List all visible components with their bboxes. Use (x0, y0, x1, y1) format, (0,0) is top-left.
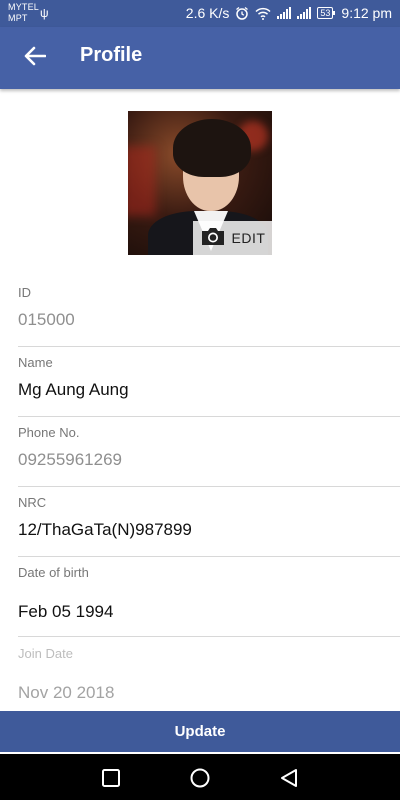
date-of-birth-field[interactable]: Date of birth Feb 05 1994 (18, 557, 400, 637)
network-speed: 2.6 K/s (185, 5, 230, 21)
triangle-back-icon (278, 767, 300, 789)
navigation-bar (0, 754, 400, 800)
field-value[interactable]: 12/ThaGaTa(N)987899 (18, 520, 192, 540)
field-value: 015000 (18, 310, 75, 329)
signal-icon-1 (277, 7, 292, 19)
field-label: Join Date (18, 646, 73, 661)
profile-photo[interactable]: EDIT (128, 111, 272, 255)
field-value[interactable]: Feb 05 1994 (18, 602, 113, 622)
battery-level: 53 (320, 8, 331, 18)
usb-icon: ψ (40, 6, 49, 20)
wifi-icon (255, 7, 271, 20)
field-value: Nov 20 2018 (18, 683, 115, 702)
field-label: ID (18, 285, 31, 300)
status-bar: MYTEL MPT ψ 2.6 K/s 53 9:12 pm (0, 0, 400, 27)
carrier-line-1: MYTEL (8, 2, 40, 12)
update-button[interactable]: Update (0, 711, 400, 752)
back-button[interactable] (18, 42, 52, 74)
name-field[interactable]: Name Mg Aung Aung (18, 347, 400, 417)
back-nav-button[interactable] (278, 767, 300, 789)
join-date-field: Join Date Nov 20 2018 (18, 638, 400, 708)
field-value[interactable]: Mg Aung Aung (18, 380, 129, 400)
alarm-icon (235, 6, 249, 20)
battery-icon: 53 (317, 7, 336, 19)
divider (18, 636, 400, 637)
id-field: ID 015000 (18, 277, 400, 347)
edit-photo-button[interactable]: EDIT (193, 221, 272, 255)
app-bar: Profile (0, 27, 400, 89)
photo-hair (173, 119, 251, 177)
field-label: Date of birth (18, 565, 89, 580)
carrier-line-2: MPT (8, 13, 28, 23)
circle-icon (189, 767, 211, 789)
phone-field: Phone No. 09255961269 (18, 417, 400, 487)
field-value: 09255961269 (18, 450, 123, 469)
arrow-left-icon (24, 46, 47, 71)
recent-apps-button[interactable] (100, 767, 122, 789)
page-title: Profile (80, 44, 143, 66)
nrc-field[interactable]: NRC 12/ThaGaTa(N)987899 (18, 487, 400, 557)
field-label: NRC (18, 495, 47, 510)
status-indicators: 2.6 K/s 53 9:12 pm (186, 5, 392, 21)
field-label: Name (18, 355, 53, 370)
edit-label: EDIT (231, 230, 266, 246)
home-button[interactable] (189, 767, 211, 789)
carrier-info: MYTEL MPT (8, 2, 39, 24)
signal-icon-2 (297, 7, 312, 19)
square-icon (100, 767, 122, 789)
field-label: Phone No. (18, 425, 80, 440)
clock: 9:12 pm (341, 5, 392, 21)
photo-bokeh-light (128, 146, 156, 216)
camera-icon (200, 226, 226, 251)
